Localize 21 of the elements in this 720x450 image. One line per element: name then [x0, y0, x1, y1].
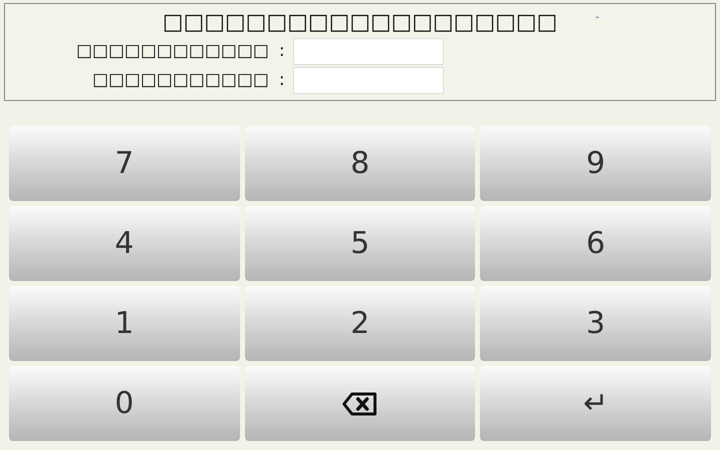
digit-key[interactable]: 2: [244, 286, 476, 361]
digit-key[interactable]: 1: [9, 286, 240, 361]
digit-key[interactable]: 5: [244, 206, 476, 281]
digit-key[interactable]: 3: [480, 286, 711, 361]
title: □□□□□□□□□□□□□□□□□□□: [162, 9, 558, 37]
digit-key[interactable]: 8: [244, 126, 476, 201]
minus-link[interactable]: -: [595, 10, 600, 25]
enter-key[interactable]: ↵: [480, 366, 711, 441]
digit-key[interactable]: 9: [480, 126, 711, 201]
digit-key[interactable]: 6: [480, 206, 711, 281]
colon: :: [279, 68, 285, 92]
field-label: □□□□□□□□□□□: [92, 68, 269, 92]
backspace-key[interactable]: [244, 366, 476, 441]
colon: :: [279, 40, 285, 63]
digit-key[interactable]: 7: [9, 126, 240, 201]
backspace-icon: [342, 392, 378, 416]
input-field[interactable]: [292, 38, 444, 65]
field-label: □□□□□□□□□□□□: [76, 40, 269, 63]
digit-key[interactable]: 0: [9, 366, 240, 441]
input-field[interactable]: [292, 67, 444, 94]
digit-key[interactable]: 4: [9, 206, 240, 281]
